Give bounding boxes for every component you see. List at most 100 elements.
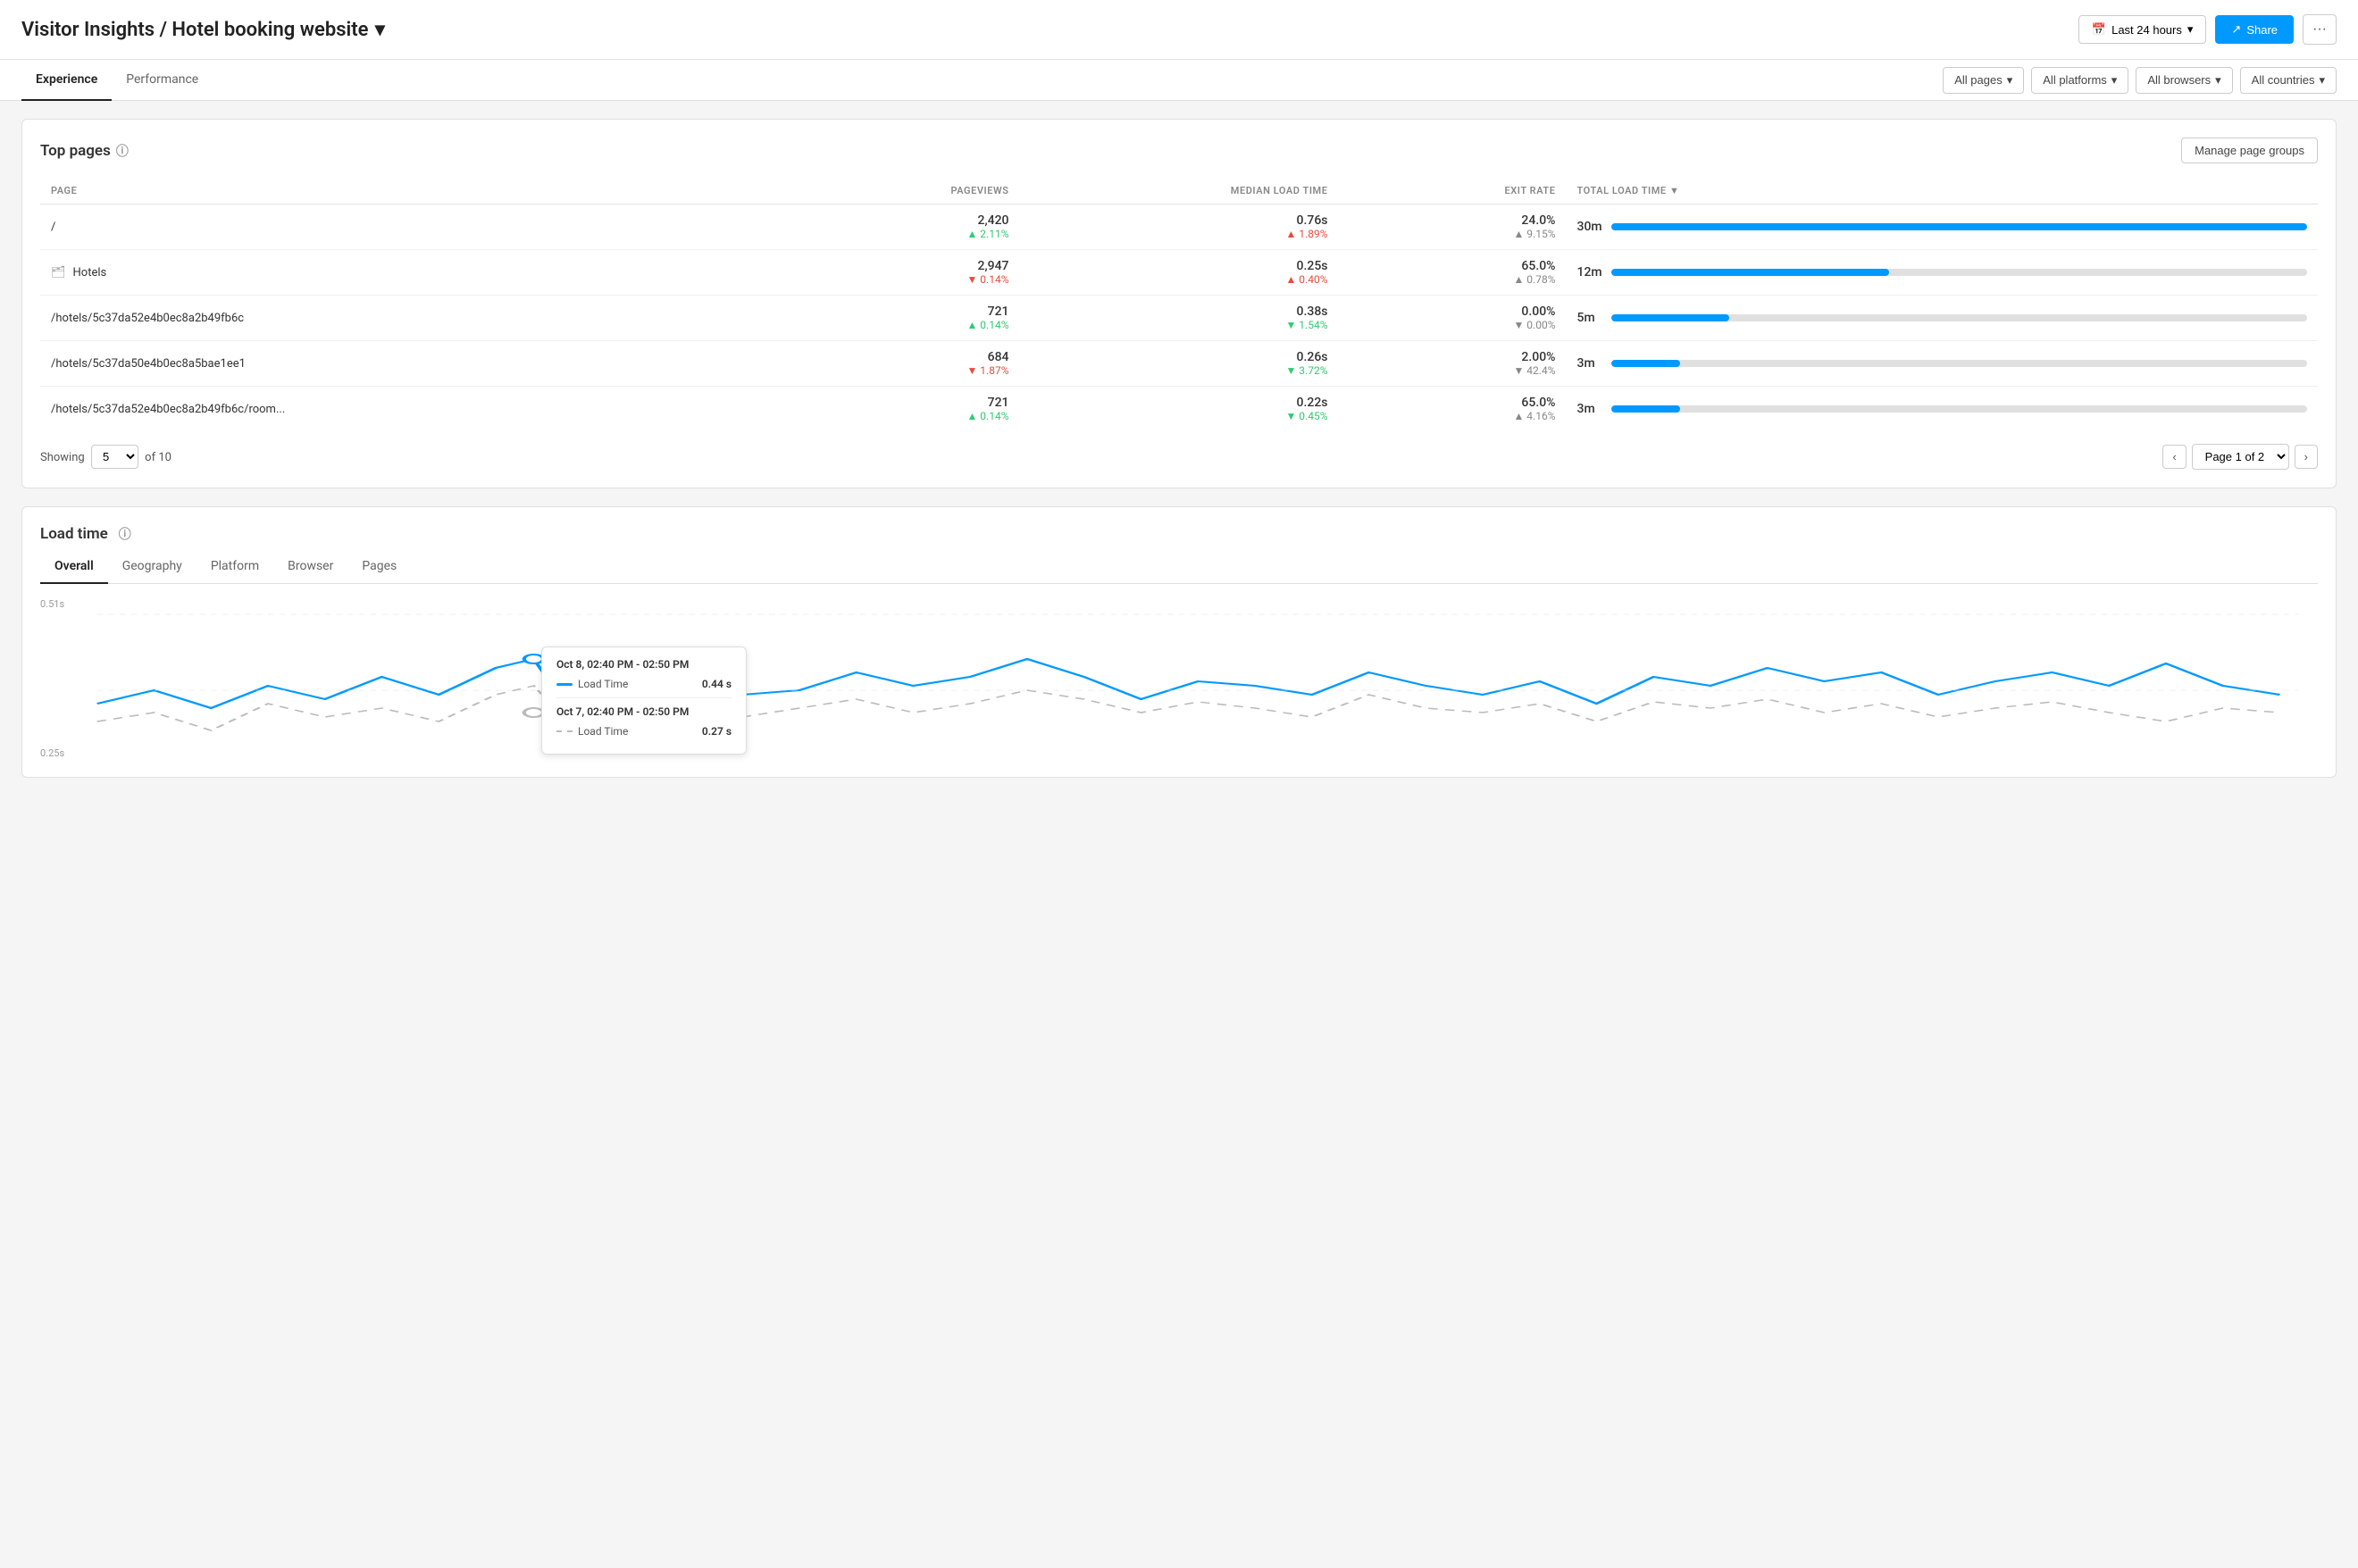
next-page-button[interactable]: › [2295, 445, 2318, 469]
load-time-main: 0.38s [1031, 304, 1328, 319]
page-path[interactable]: /hotels/5c37da52e4b0ec8a2b49fb6c/room... [51, 403, 285, 416]
load-time-main: 0.26s [1031, 350, 1328, 364]
page-path[interactable]: /hotels/5c37da50e4b0ec8a5bae1ee1 [51, 357, 246, 371]
top-pages-card: Top pages ⓘ Manage page groups PAGE PAGE… [21, 119, 2337, 488]
bar-fill [1611, 223, 2307, 230]
page-select[interactable]: Page 1 of 2 Page 2 of 2 [2192, 444, 2289, 470]
table-header: PAGE PAGEVIEWS MEDIAN LOAD TIME EXIT RAT… [40, 178, 2318, 204]
top-pages-table: PAGE PAGEVIEWS MEDIAN LOAD TIME EXIT RAT… [40, 178, 2318, 431]
showing-select[interactable]: 5 10 25 [91, 445, 138, 469]
load-time-change: ▼ 0.45% [1031, 410, 1328, 422]
filter-all-pages[interactable]: All pages ▾ [1943, 67, 2024, 94]
cell-load-time: 0.25s ▲ 0.40% [1020, 250, 1339, 296]
tab-performance[interactable]: Performance [112, 60, 213, 101]
showing-label: Showing [40, 451, 85, 464]
more-button[interactable]: ··· [2303, 14, 2337, 45]
lt-tab-pages[interactable]: Pages [347, 550, 411, 584]
lt-tab-platform[interactable]: Platform [196, 550, 273, 584]
load-time-chart [40, 605, 2318, 766]
filter-browsers-label: All browsers [2147, 73, 2211, 87]
exit-rate-main: 24.0% [1350, 213, 1556, 228]
pageviews-change: ▲ 2.11% [734, 228, 1009, 240]
lt-tab-overall[interactable]: Overall [40, 550, 108, 584]
pagination: Showing 5 10 25 of 10 ‹ Page 1 of 2 Page… [40, 444, 2318, 470]
bar-track [1611, 269, 2307, 276]
pageviews-main: 721 [734, 396, 1009, 410]
tab-experience[interactable]: Experience [21, 60, 112, 101]
prev-page-button[interactable]: ‹ [2162, 445, 2186, 469]
load-time-change: ▲ 0.40% [1031, 273, 1328, 286]
cell-load-time: 0.22s ▼ 0.45% [1020, 387, 1339, 432]
pageviews-main: 2,947 [734, 259, 1009, 273]
header-actions: 📅 Last 24 hours ▾ ↗ Share ··· [2078, 14, 2337, 45]
page-path[interactable]: /hotels/5c37da52e4b0ec8a2b49fb6c [51, 312, 244, 325]
cell-page: / [40, 204, 723, 250]
filter-pages-label: All pages [1954, 73, 2002, 87]
filter-platforms-label: All platforms [2043, 73, 2107, 87]
top-pages-header: Top pages ⓘ Manage page groups [40, 138, 2318, 163]
col-page: PAGE [40, 178, 723, 204]
manage-page-groups-button[interactable]: Manage page groups [2181, 138, 2318, 163]
top-pages-info-icon[interactable]: ⓘ [116, 142, 129, 160]
load-time-card: Load time ⓘ Overall Geography Platform B… [21, 506, 2337, 778]
pageviews-change: ▼ 0.14% [734, 273, 1009, 286]
title-dropdown-arrow[interactable]: ▾ [375, 19, 385, 41]
tooltip-title1: Oct 8, 02:40 PM - 02:50 PM [556, 658, 732, 671]
folder-icon: 🗂 [51, 266, 66, 279]
lt-tab-browser[interactable]: Browser [273, 550, 347, 584]
share-icon: ↗ [2231, 22, 2241, 37]
cell-total-load-time: 3m [1567, 387, 2319, 432]
exit-rate-main: 65.0% [1350, 259, 1556, 273]
chevron-down-browsers: ▾ [2215, 73, 2221, 88]
filter-all-browsers[interactable]: All browsers ▾ [2136, 67, 2232, 94]
total-load-label: 30m [1577, 220, 1602, 234]
page-path[interactable]: Hotels [73, 266, 107, 279]
page-path[interactable]: / [51, 221, 55, 234]
load-time-title-text: Load time [40, 525, 108, 543]
tooltip-label1: Load Time [556, 678, 628, 690]
total-load-label: 5m [1577, 311, 1602, 325]
col-exit-rate: EXIT RATE [1339, 178, 1567, 204]
cell-pageviews: 721 ▲ 0.14% [723, 387, 1020, 432]
load-time-main: 0.25s [1031, 259, 1328, 273]
cell-load-time: 0.38s ▼ 1.54% [1020, 296, 1339, 341]
header: Visitor Insights / Hotel booking website… [0, 0, 2358, 60]
total-load-label: 12m [1577, 265, 1602, 279]
chevron-down-icon: ▾ [2187, 22, 2194, 37]
load-time-main: 0.76s [1031, 213, 1328, 228]
pageviews-change: ▲ 0.14% [734, 319, 1009, 331]
of-label: of 10 [145, 451, 171, 464]
exit-rate-main: 65.0% [1350, 396, 1556, 410]
share-button[interactable]: ↗ Share [2215, 15, 2294, 44]
cell-load-time: 0.76s ▲ 1.89% [1020, 204, 1339, 250]
nav-tabs-right: All pages ▾ All platforms ▾ All browsers… [1943, 67, 2337, 94]
tooltip-label2-text: Load Time [578, 725, 628, 738]
col-total-load[interactable]: TOTAL LOAD TIME ▼ [1567, 178, 2319, 204]
cell-total-load-time: 3m [1567, 341, 2319, 387]
load-time-change: ▼ 1.54% [1031, 319, 1328, 331]
tooltip-label2: Load Time [556, 725, 628, 738]
cell-exit-rate: 24.0% ▲ 9.15% [1339, 204, 1567, 250]
pageviews-main: 2,420 [734, 213, 1009, 228]
load-time-change: ▼ 3.72% [1031, 364, 1328, 377]
main-content: Top pages ⓘ Manage page groups PAGE PAGE… [0, 101, 2358, 813]
tooltip-blue-line [556, 683, 573, 686]
table-row: /hotels/5c37da50e4b0ec8a5bae1ee1 684 ▼ 1… [40, 341, 2318, 387]
load-time-info-icon[interactable]: ⓘ [119, 525, 131, 543]
load-time-change: ▲ 1.89% [1031, 228, 1328, 240]
last24-label: Last 24 hours [2111, 23, 2182, 37]
col-median-load: MEDIAN LOAD TIME [1020, 178, 1339, 204]
exit-rate-change: ▲ 9.15% [1350, 228, 1556, 240]
lt-tab-geography[interactable]: Geography [108, 550, 196, 584]
chevron-down-platforms: ▾ [2111, 73, 2118, 88]
filter-all-platforms[interactable]: All platforms ▾ [2031, 67, 2128, 94]
table-row: /hotels/5c37da52e4b0ec8a2b49fb6c 721 ▲ 0… [40, 296, 2318, 341]
last24-button[interactable]: 📅 Last 24 hours ▾ [2078, 15, 2207, 44]
filter-all-countries[interactable]: All countries ▾ [2240, 67, 2337, 94]
exit-rate-change: ▲ 4.16% [1350, 410, 1556, 422]
tooltip-dashed-line [556, 730, 573, 732]
pageviews-main: 684 [734, 350, 1009, 364]
bar-fill [1611, 360, 1681, 367]
pagination-right: ‹ Page 1 of 2 Page 2 of 2 › [2162, 444, 2318, 470]
nav-tabs: Experience Performance All pages ▾ All p… [0, 60, 2358, 101]
